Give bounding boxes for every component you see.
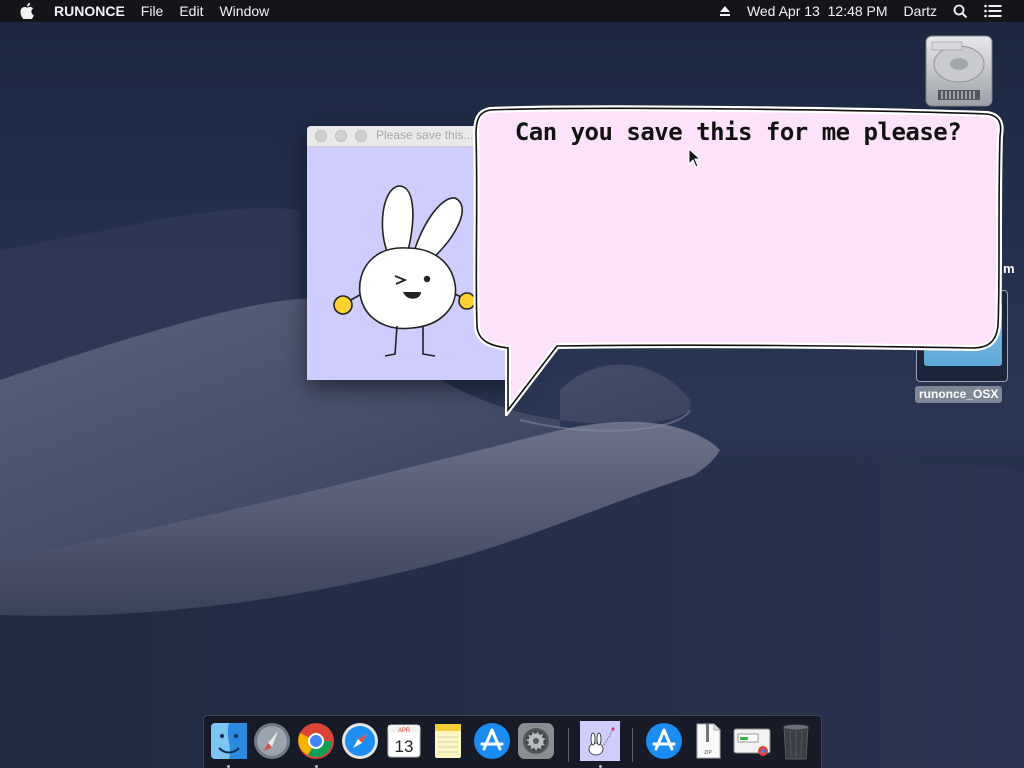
window-title: Please save this... — [376, 128, 474, 142]
bunny-character-illustration — [333, 185, 476, 357]
minimize-window-button[interactable] — [335, 130, 347, 142]
app-menu-runonce[interactable]: RUNONCE — [46, 0, 133, 22]
installer-screen-icon[interactable] — [732, 721, 772, 761]
zoom-window-button[interactable] — [355, 130, 367, 142]
svg-text:ZIP: ZIP — [704, 750, 712, 756]
speech-bubble — [472, 105, 1004, 416]
spotlight-search-icon[interactable] — [945, 4, 976, 19]
dock: APR 13 ZIP — [203, 715, 822, 768]
zip-archive-icon[interactable]: ZIP — [688, 721, 728, 761]
menu-file[interactable]: File — [133, 0, 172, 22]
close-window-button[interactable] — [315, 130, 327, 142]
svg-text:APR: APR — [398, 728, 411, 734]
menu-window[interactable]: Window — [211, 0, 277, 22]
menu-clock[interactable]: Wed Apr 13 12:48 PM — [739, 0, 896, 22]
system-preferences-icon[interactable] — [516, 721, 556, 761]
chrome-icon[interactable] — [296, 721, 336, 761]
apple-logo-icon[interactable] — [0, 3, 46, 19]
notes-icon[interactable] — [428, 721, 468, 761]
speech-bubble-text: Can you save this for me please? — [514, 118, 962, 146]
safari-icon[interactable] — [340, 721, 380, 761]
hard-drive-icon[interactable] — [922, 32, 996, 110]
app-store-folder-icon[interactable] — [644, 721, 684, 761]
mouse-cursor-icon — [688, 148, 702, 168]
eject-icon[interactable] — [711, 5, 739, 17]
launchpad-icon[interactable] — [252, 721, 292, 761]
calendar-icon[interactable]: APR 13 — [384, 721, 424, 761]
notification-center-icon[interactable] — [976, 4, 1024, 18]
finder-icon[interactable] — [209, 721, 249, 761]
trash-icon[interactable] — [776, 721, 816, 761]
app-store-icon[interactable] — [472, 721, 512, 761]
menu-user[interactable]: Dartz — [896, 0, 945, 22]
menu-bar: RUNONCE File Edit Window Wed Apr 13 12:4… — [0, 0, 1024, 22]
svg-text:13: 13 — [395, 737, 414, 756]
menu-edit[interactable]: Edit — [171, 0, 211, 22]
desktop: RUNONCE File Edit Window Wed Apr 13 12:4… — [0, 0, 1024, 768]
runonce-bunny-icon[interactable] — [580, 721, 620, 761]
